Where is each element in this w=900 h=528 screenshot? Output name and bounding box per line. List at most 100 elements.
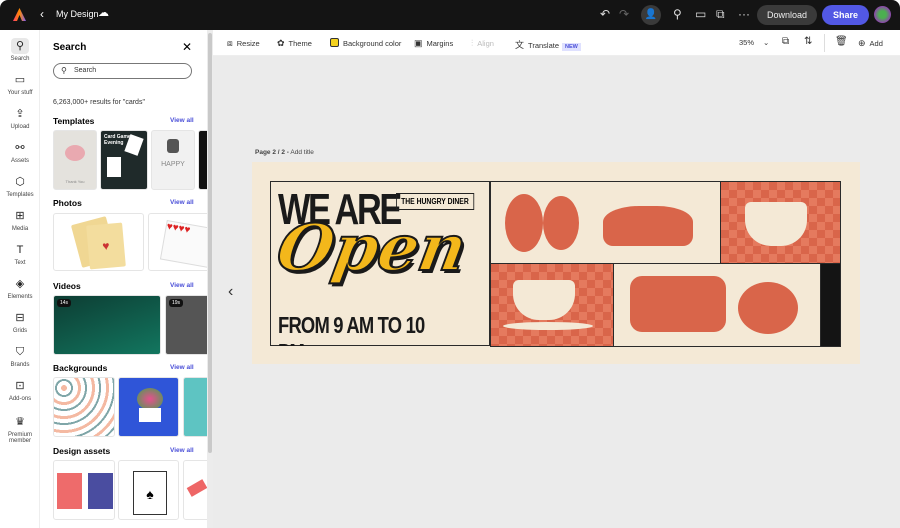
background-color-label: Background color	[343, 39, 402, 48]
left-rail: ⚲ Search ▭ Your stuff ⇪ Upload ⚯ Assets ⬡ Tem…	[0, 30, 40, 528]
photos-view-all[interactable]: View all	[170, 199, 194, 206]
section-design-assets-title: Design assets	[53, 446, 111, 456]
undo-icon[interactable]: ↶	[600, 7, 610, 21]
lightbulb-icon[interactable]: ⚲	[673, 7, 682, 21]
videos-view-all[interactable]: View all	[170, 282, 194, 289]
grids-icon: ⊟	[15, 312, 25, 324]
results-count: 6,263,000+ results for "cards"	[53, 99, 145, 106]
theme-button[interactable]: ✿ Theme	[277, 38, 312, 49]
chevron-down-icon: ⌄	[763, 38, 770, 47]
design-assets-view-all[interactable]: View all	[170, 447, 194, 454]
design-frame: WE ARE THE HUNGRY DINER Open FROM 9 AM T…	[270, 181, 841, 347]
rail-item-upload[interactable]: ⇪ Upload	[0, 106, 40, 130]
rail-item-premium[interactable]: ♛ Premium member	[0, 414, 40, 444]
rail-item-assets[interactable]: ⚯ Assets	[0, 140, 40, 164]
share-button[interactable]: Share	[822, 5, 869, 25]
brands-icon: ⛉	[15, 346, 25, 358]
hours-text[interactable]: FROM 9 AM TO 10 PM	[278, 312, 447, 346]
rail-label: Templates	[6, 192, 34, 198]
background-color-button[interactable]: Background color	[330, 38, 401, 48]
template-thumb[interactable]: Card Game Evening	[100, 130, 148, 190]
resize-button[interactable]: ⧈ Resize	[227, 38, 260, 49]
pages-icon[interactable]: ⧉	[782, 36, 789, 47]
present-icon[interactable]: ⧉	[716, 7, 725, 22]
comment-icon[interactable]: ▭	[695, 7, 706, 21]
photo-thumb[interactable]: ♥	[53, 213, 144, 271]
previous-page-icon[interactable]: ‹	[228, 283, 233, 301]
bread-donuts-image[interactable]	[613, 263, 821, 347]
open-text[interactable]: Open	[270, 210, 473, 287]
resize-label: Resize	[236, 39, 260, 48]
coffee-cup-image[interactable]	[490, 263, 614, 347]
more-icon[interactable]: ···	[738, 7, 750, 21]
new-badge: NEW	[562, 43, 581, 51]
video-thumb[interactable]: 19s	[165, 295, 208, 355]
donuts-image[interactable]	[490, 181, 721, 264]
video-thumb[interactable]: 14s	[53, 295, 161, 355]
zoom-dropdown[interactable]: 35% ⌄	[739, 38, 769, 47]
panel-title: Search	[53, 42, 87, 53]
backgrounds-view-all[interactable]: View all	[170, 364, 194, 371]
rail-item-templates[interactable]: ⬡ Templates	[0, 174, 40, 198]
search-icon: ⚲	[61, 66, 67, 75]
text-block[interactable]: WE ARE THE HUNGRY DINER Open FROM 9 AM T…	[270, 181, 490, 346]
align-icon: ⫶	[471, 38, 474, 48]
trash-icon[interactable]: 🗑	[835, 36, 848, 47]
background-thumb[interactable]	[118, 377, 179, 437]
rail-item-addons[interactable]: ⊡ Add-ons	[0, 378, 40, 402]
reorder-icon[interactable]: ⇅	[804, 36, 812, 47]
crown-icon: ♛	[15, 416, 25, 428]
document-title[interactable]: My Design	[56, 9, 99, 19]
rail-item-your-stuff[interactable]: ▭ Your stuff	[0, 72, 40, 96]
rail-label: Assets	[10, 158, 29, 164]
rail-label: Upload	[10, 124, 30, 130]
design-asset-thumb[interactable]: ♠	[118, 460, 179, 520]
template-thumb[interactable]: HAPPY	[151, 130, 195, 190]
video-duration: 19s	[169, 299, 184, 307]
rail-item-text[interactable]: T Text	[0, 242, 40, 266]
template-thumb[interactable]: Thank You	[53, 130, 97, 190]
zoom-value: 35%	[739, 38, 755, 47]
translate-button[interactable]: 文 Translate NEW	[515, 38, 581, 51]
margins-button[interactable]: ▣ Margins	[414, 38, 453, 49]
rail-label: Brands	[10, 362, 30, 368]
background-thumb[interactable]	[183, 377, 208, 437]
coffee-cup-image[interactable]	[720, 181, 841, 264]
background-thumb[interactable]	[53, 377, 115, 437]
rail-item-grids[interactable]: ⊟ Grids	[0, 310, 40, 334]
add-label: Add	[869, 39, 883, 48]
avatar[interactable]	[874, 6, 891, 23]
design-asset-thumb[interactable]	[183, 460, 208, 520]
back-icon[interactable]: ‹	[40, 7, 44, 21]
rail-item-elements[interactable]: ◈ Elements	[0, 276, 40, 300]
dark-strip	[820, 263, 841, 347]
download-button[interactable]: Download	[757, 5, 817, 25]
translate-label: Translate	[528, 41, 560, 50]
brand-text[interactable]: THE HUNGRY DINER	[396, 193, 474, 210]
close-icon[interactable]: ✕	[182, 40, 192, 54]
rail-item-media[interactable]: ⊞ Media	[0, 208, 40, 232]
invite-collaborator-icon[interactable]: 👤	[641, 5, 661, 25]
templates-icon: ⬡	[15, 176, 25, 188]
search-input[interactable]: ⚲ Search	[53, 63, 192, 79]
rail-label: Your stuff	[7, 90, 33, 96]
app-logo[interactable]	[12, 7, 27, 22]
align-button[interactable]: ⫶ Align	[471, 38, 494, 49]
design-asset-thumb[interactable]	[53, 460, 115, 520]
templates-view-all[interactable]: View all	[170, 117, 194, 124]
assets-icon: ⚯	[15, 142, 25, 154]
add-page-button[interactable]: ⊕ Add	[858, 38, 883, 49]
rail-label: Premium member	[7, 432, 32, 444]
add-title-link[interactable]: Add title	[290, 149, 314, 156]
redo-icon[interactable]: ↷	[619, 7, 629, 21]
rail-item-brands[interactable]: ⛉ Brands	[0, 344, 40, 368]
margins-icon: ▣	[414, 38, 423, 48]
text-icon: T	[16, 244, 24, 256]
search-icon: ⚲	[11, 38, 29, 54]
section-templates-title: Templates	[53, 116, 95, 126]
design-page[interactable]: WE ARE THE HUNGRY DINER Open FROM 9 AM T…	[252, 162, 860, 364]
photo-thumb[interactable]: ♥♥♥♥	[148, 213, 208, 271]
rail-item-search[interactable]: ⚲ Search	[0, 38, 40, 62]
rail-label: Search	[10, 56, 30, 62]
rail-label: Elements	[7, 294, 33, 300]
